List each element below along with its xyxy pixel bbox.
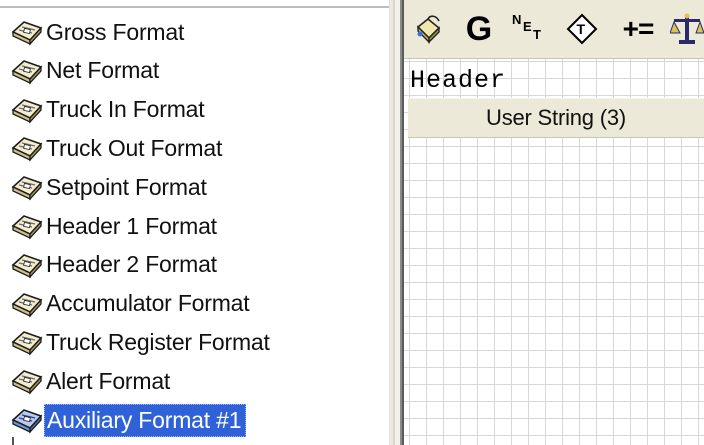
- tree-item[interactable]: Setpoint Format: [10, 170, 211, 204]
- tree-item[interactable]: Gross Format: [10, 15, 188, 49]
- format-book-icon: [10, 96, 44, 124]
- tree-item-label: Accumulator Format: [46, 290, 250, 317]
- format-book-icon: [10, 134, 44, 163]
- tree-item-label: Truck In Format: [46, 96, 205, 123]
- tree-item[interactable]: Truck Out Format: [10, 131, 226, 165]
- tree-item-label: Setpoint Format: [46, 173, 207, 200]
- format-book-icon: [10, 290, 44, 318]
- tree-item[interactable]: Truck Register Format: [10, 325, 274, 359]
- format-book-icon: [10, 212, 44, 240]
- user-string-field-label: User String (3): [486, 105, 627, 130]
- tree-item-label: Auxiliary Format #1: [44, 403, 247, 437]
- pane-splitter[interactable]: [390, 0, 404, 445]
- format-book-icon: [10, 18, 44, 46]
- tree-connector-line: [12, 437, 38, 445]
- format-book-icon: [10, 367, 44, 395]
- format-book-icon: [10, 328, 44, 357]
- header-text: Header: [410, 66, 507, 95]
- paint-bucket-icon[interactable]: [410, 8, 446, 50]
- user-string-field[interactable]: User String (3): [408, 98, 704, 138]
- svg-text:E: E: [523, 19, 532, 34]
- editor-toolbar: G N E T T +=: [404, 0, 704, 59]
- tree-item-label: Gross Format: [46, 18, 185, 45]
- tree-item-label: Net Format: [46, 57, 160, 84]
- gross-g-icon[interactable]: G: [462, 8, 496, 50]
- tare-diamond-icon[interactable]: T: [564, 8, 600, 50]
- svg-text:T: T: [533, 27, 541, 42]
- tree-item-label: Header 2 Format: [46, 251, 217, 278]
- tree-item[interactable]: Header 2 Format: [10, 248, 221, 282]
- tree-item-label: Alert Format: [46, 367, 171, 394]
- accumulate-plus-equals-icon[interactable]: +=: [616, 8, 660, 50]
- format-book-icon: [10, 251, 44, 279]
- tree-item[interactable]: Net Format: [10, 54, 163, 88]
- format-book-icon: [10, 57, 44, 85]
- net-icon[interactable]: N E T: [508, 8, 548, 50]
- svg-text:N: N: [512, 12, 521, 27]
- svg-text:T: T: [577, 21, 586, 37]
- format-book-icon: [10, 406, 44, 434]
- application-window: Gross Format Net Format Truck In Format …: [0, 0, 704, 445]
- tree-item[interactable]: Accumulator Format: [10, 287, 253, 321]
- tree-item-label: Truck Register Format: [46, 328, 270, 355]
- format-book-icon: [10, 173, 44, 201]
- tree-item[interactable]: Header 1 Format: [10, 209, 221, 243]
- format-tree: Gross Format Net Format Truck In Format …: [0, 0, 390, 445]
- format-editor: G N E T T += Header User String (3): [404, 0, 704, 445]
- tree-item[interactable]: Auxiliary Format #1: [10, 403, 247, 437]
- tree-item-label: Truck Out Format: [46, 134, 223, 161]
- tree-top-border: [0, 6, 390, 8]
- tree-item[interactable]: Alert Format: [10, 364, 174, 398]
- tree-item[interactable]: Truck In Format: [10, 93, 208, 127]
- scale-icon[interactable]: [670, 8, 704, 50]
- tree-item-label: Header 1 Format: [46, 212, 217, 239]
